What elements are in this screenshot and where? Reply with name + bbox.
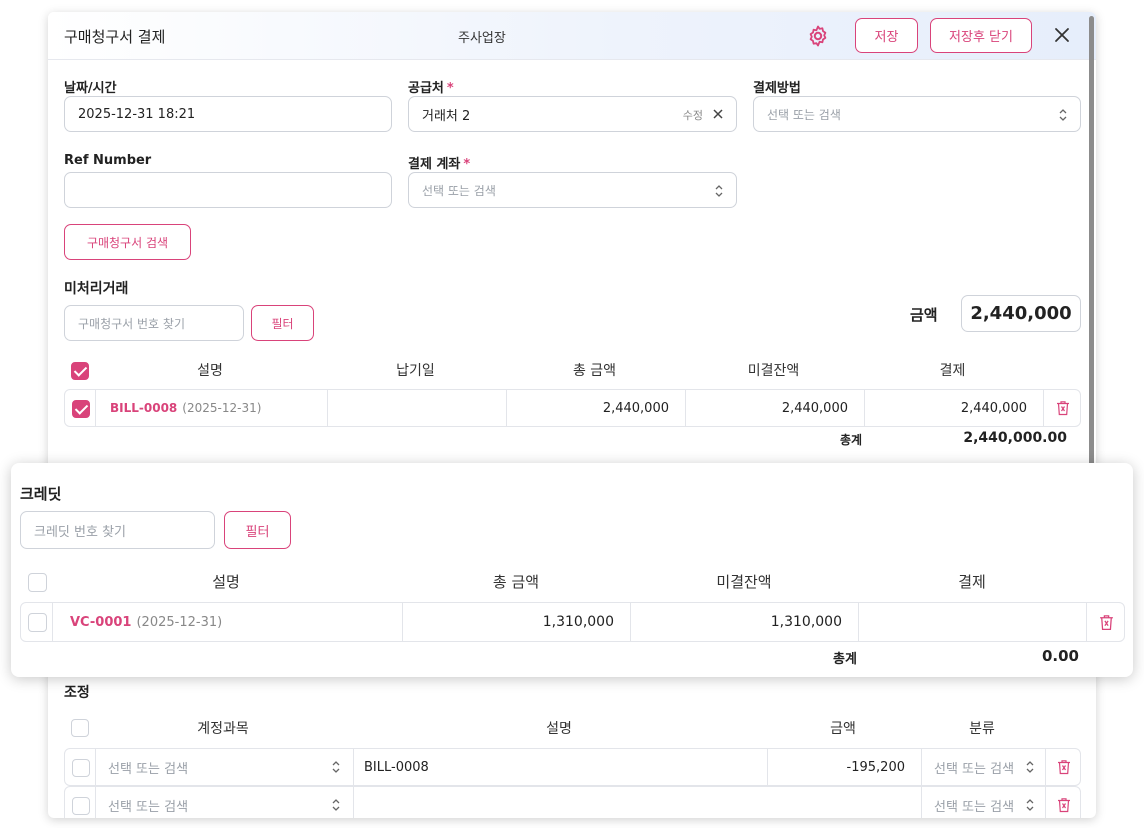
updown-chevron-icon bbox=[1059, 109, 1067, 121]
date-field[interactable]: 2025-12-31 18:21 bbox=[64, 96, 392, 132]
save-button[interactable]: 저장 bbox=[855, 18, 918, 53]
col-balance: 미결잔액 bbox=[747, 363, 800, 379]
col-account: 계정과목 bbox=[197, 721, 249, 737]
payment-method-select[interactable]: 선택 또는 검색 bbox=[753, 96, 1081, 132]
ref-number-input[interactable] bbox=[64, 172, 392, 208]
updown-chevron-icon bbox=[332, 761, 340, 773]
table-row[interactable]: 선택 또는 검색 BILL-0008 -195,200 선택 또는 검색 bbox=[64, 748, 1081, 786]
credit-total-cell: 1,310,000 bbox=[402, 603, 630, 641]
bill-description: BILL-0008 (2025-12-31) bbox=[95, 390, 327, 426]
date-label: 날짜/시간 bbox=[64, 81, 117, 96]
adjust-amount-input[interactable]: -195,200 bbox=[767, 749, 921, 785]
stage: 구매청구서 결제 주사업장 저장 저장후 닫기 날짜/시간 공급처 * 결제방법 … bbox=[0, 0, 1144, 828]
save-close-button[interactable]: 저장후 닫기 bbox=[930, 18, 1032, 53]
dialog-header: 구매청구서 결제 주사업장 저장 저장후 닫기 bbox=[48, 12, 1096, 60]
account-select[interactable]: 선택 또는 검색 bbox=[95, 749, 353, 785]
trash-icon[interactable] bbox=[1056, 400, 1070, 416]
company-name: 주사업장 bbox=[458, 31, 506, 46]
category-select[interactable]: 선택 또는 검색 bbox=[921, 749, 1045, 785]
credit-link[interactable]: VC-0001 bbox=[70, 615, 131, 630]
credit-filter-button[interactable]: 필터 bbox=[224, 511, 291, 549]
bill-search-button[interactable]: 구매청구서 검색 bbox=[64, 224, 191, 260]
balance-cell: 2,440,000 bbox=[685, 390, 864, 426]
adjust-description-input[interactable]: BILL-0008 bbox=[353, 749, 767, 785]
bill-number-search[interactable]: 구매청구서 번호 찾기 bbox=[64, 305, 244, 341]
amount-field[interactable]: 2,440,000 bbox=[961, 295, 1081, 332]
credit-total-value: 0.00 bbox=[1041, 647, 1079, 665]
pending-title: 미처리거래 bbox=[64, 281, 129, 297]
account-select[interactable]: 선택 또는 검색 bbox=[95, 787, 353, 818]
dialog-title: 구매청구서 결제 bbox=[64, 28, 166, 46]
account-label: 결제 계좌 * bbox=[408, 157, 471, 172]
adjust-amount-input[interactable] bbox=[767, 787, 921, 818]
payment-dialog: 구매청구서 결제 주사업장 저장 저장후 닫기 날짜/시간 공급처 * 결제방법 … bbox=[48, 12, 1096, 818]
col-credit-description: 설명 bbox=[212, 573, 240, 591]
pending-filter-button[interactable]: 필터 bbox=[251, 305, 314, 341]
close-icon[interactable] bbox=[1051, 24, 1073, 46]
updown-chevron-icon bbox=[715, 185, 723, 197]
trash-icon[interactable] bbox=[1057, 797, 1071, 813]
ref-label: Ref Number bbox=[64, 153, 152, 168]
pending-select-all-checkbox[interactable] bbox=[71, 362, 89, 380]
total-cell: 2,440,000 bbox=[506, 390, 685, 426]
gear-icon[interactable] bbox=[806, 24, 830, 48]
vendor-field[interactable]: 거래처 2 수정 bbox=[408, 96, 737, 132]
updown-chevron-icon bbox=[1026, 799, 1034, 811]
credit-description: VC-0001 (2025-12-31) bbox=[52, 603, 402, 641]
table-row[interactable]: BILL-0008 (2025-12-31) 2,440,000 2,440,0… bbox=[64, 389, 1081, 427]
trash-icon[interactable] bbox=[1057, 759, 1071, 775]
col-amount: 금액 bbox=[830, 721, 856, 737]
credit-title: 크레딧 bbox=[20, 485, 62, 503]
adjust-description-input[interactable] bbox=[353, 787, 767, 818]
vendor-edit-link[interactable]: 수정 bbox=[683, 107, 703, 123]
col-description: 설명 bbox=[197, 363, 223, 379]
credit-panel: 크레딧 크레딧 번호 찾기 필터 설명 총 금액 미결잔액 결제 VC-0001… bbox=[11, 463, 1133, 677]
payment-account-select[interactable]: 선택 또는 검색 bbox=[408, 172, 737, 208]
adjust-select-all-checkbox[interactable] bbox=[71, 719, 89, 737]
pending-total-value: 2,440,000.00 bbox=[963, 430, 1067, 446]
payment-method-label: 결제방법 bbox=[753, 81, 801, 96]
col-total: 총 금액 bbox=[572, 363, 617, 379]
col-adjust-description: 설명 bbox=[546, 721, 572, 737]
credit-number-search[interactable]: 크레딧 번호 찾기 bbox=[20, 511, 215, 549]
trash-icon[interactable] bbox=[1099, 614, 1114, 631]
col-credit-payment: 결제 bbox=[958, 573, 986, 591]
col-credit-total: 총 금액 bbox=[492, 573, 540, 591]
adjust-title: 조정 bbox=[64, 685, 90, 701]
credit-balance-cell: 1,310,000 bbox=[630, 603, 858, 641]
col-category: 분류 bbox=[969, 721, 995, 737]
amount-label: 금액 bbox=[910, 306, 938, 324]
bill-link[interactable]: BILL-0008 bbox=[110, 401, 177, 415]
credit-select-all-checkbox[interactable] bbox=[28, 573, 47, 592]
row-checkbox[interactable] bbox=[28, 613, 47, 632]
clear-icon[interactable] bbox=[712, 108, 724, 120]
vendor-label: 공급처 * bbox=[408, 81, 454, 96]
category-select[interactable]: 선택 또는 검색 bbox=[921, 787, 1045, 818]
credit-payment-cell[interactable] bbox=[858, 603, 1086, 641]
col-payment: 결제 bbox=[939, 363, 966, 379]
row-checkbox[interactable] bbox=[72, 797, 90, 815]
col-due-date: 납기일 bbox=[396, 363, 435, 379]
row-checkbox[interactable] bbox=[72, 759, 90, 777]
pending-total-label: 총계 bbox=[840, 433, 863, 447]
payment-cell[interactable]: 2,440,000 bbox=[864, 390, 1043, 426]
col-credit-balance: 미결잔액 bbox=[716, 573, 772, 591]
scrollbar[interactable] bbox=[1089, 16, 1094, 476]
due-date-cell bbox=[327, 390, 506, 426]
updown-chevron-icon bbox=[1026, 761, 1034, 773]
table-row[interactable]: 선택 또는 검색 선택 또는 검색 bbox=[64, 786, 1081, 818]
row-checkbox[interactable] bbox=[72, 400, 90, 418]
updown-chevron-icon bbox=[332, 799, 340, 811]
credit-total-label: 총계 bbox=[833, 652, 857, 667]
table-row[interactable]: VC-0001 (2025-12-31) 1,310,000 1,310,000 bbox=[20, 602, 1125, 642]
